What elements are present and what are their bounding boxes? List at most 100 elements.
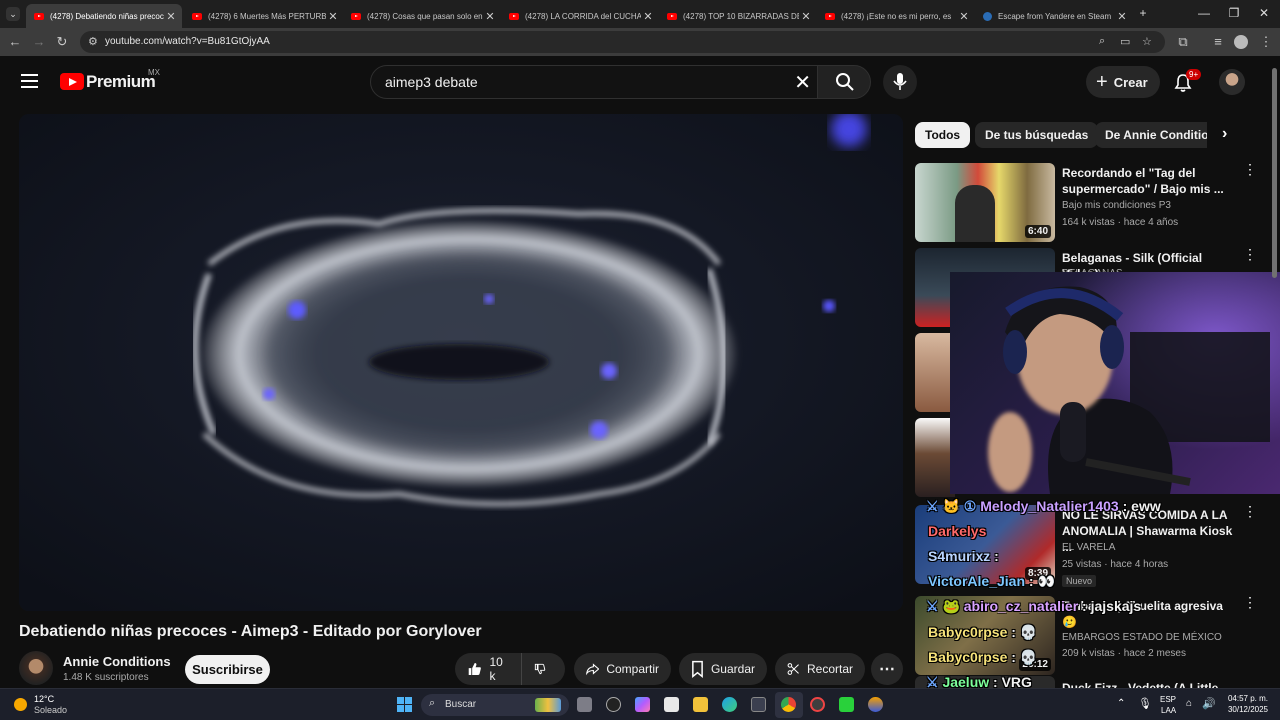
menu-icon[interactable] [21,74,38,88]
subscribe-button[interactable]: Suscribirse [185,655,270,684]
close-tab-icon[interactable]: ✕ [957,10,971,23]
network-icon[interactable]: ⌂ [1186,698,1192,709]
new-tab-icon[interactable]: + [1133,6,1153,20]
chip-all[interactable]: Todos [915,122,971,148]
extensions-icon[interactable]: ⧉ [1175,34,1191,50]
more-options-icon[interactable]: ⋮ [1243,162,1257,176]
recommendation-channel[interactable]: EMBARGOS ESTADO DE MÉXICO [1062,632,1222,643]
profile-icon[interactable] [1234,35,1248,49]
reload-icon[interactable]: ↻ [54,34,70,50]
close-tab-icon[interactable]: ✕ [799,10,813,23]
share-button[interactable]: Compartir [574,653,671,685]
minimize-icon[interactable]: — [1194,6,1214,20]
dislike-button[interactable] [521,653,565,685]
recommendation-channel[interactable]: Bajo mis condiciones P3 [1062,200,1171,211]
chip-from-channel[interactable]: De Annie Conditions [1095,122,1207,148]
browser-tab[interactable]: (4278) Debatiendo niñas precoces ✕ [26,4,182,28]
tray-overflow-icon[interactable]: ⌃ [1117,698,1125,709]
browser-tab[interactable]: (4278) TOP 10 BIZARRADAS DE ✕ [659,4,817,28]
account-avatar[interactable] [1219,69,1245,95]
channel-avatar[interactable] [19,651,53,685]
close-tab-icon[interactable]: ✕ [1115,10,1129,23]
task-view-icon[interactable] [577,697,592,712]
youtube-logo-icon[interactable] [60,73,84,90]
close-tab-icon[interactable]: ✕ [326,10,340,23]
save-button[interactable]: Guardar [679,653,767,685]
search-input[interactable]: aimep3 debate ✕ [370,65,818,99]
sun-icon[interactable] [14,698,27,711]
clip-button[interactable]: Recortar [775,653,865,685]
browser-tab[interactable]: Escape from Yandere en Steam ✕ [975,4,1133,28]
record-app-icon[interactable] [810,697,825,712]
terminal-icon[interactable] [751,697,766,712]
more-actions-icon[interactable]: ⋯ [871,653,903,685]
chat-username: abiro_cz_natalier [963,598,1079,614]
input-layout[interactable]: LAA [1161,706,1176,715]
url-text[interactable]: youtube.com/watch?v=Bu81GtOjyAA [105,36,270,47]
search-button[interactable] [817,65,871,99]
cast-icon[interactable]: ▭ [1120,35,1130,48]
widgets-icon[interactable] [606,697,621,712]
clock-time[interactable]: 04:57 p. m. [1226,694,1268,703]
browser-tab[interactable]: (4278) Cosas que pasan solo en ✕ [343,4,501,28]
recommendation-title[interactable]: Recordando el "Tag del supermercado" / B… [1062,165,1237,197]
browser-menu-icon[interactable]: ⋮ [1258,34,1274,50]
close-window-icon[interactable]: ✕ [1254,6,1274,20]
search-query[interactable]: aimep3 debate [385,74,478,90]
volume-icon[interactable]: 🔊 [1202,697,1216,710]
clock-date[interactable]: 30/12/2025 [1216,705,1268,714]
file-explorer-icon[interactable] [693,697,708,712]
edge-icon[interactable] [722,697,737,712]
chat-text: : [994,548,999,564]
taskbar-search-input[interactable]: ⌕ Buscar [421,694,569,716]
video-thumbnail[interactable] [915,418,955,497]
recommendation-title[interactable]: Duck Fizz - Vedette (A Little [1062,680,1237,688]
kick-icon[interactable] [839,697,854,712]
chip-from-searches[interactable]: De tus búsquedas [975,122,1099,148]
bookmark-star-icon[interactable]: ☆ [1142,35,1152,48]
like-button[interactable]: 10 k [455,653,521,685]
reading-list-icon[interactable]: ≡ [1210,34,1226,49]
tab-search-button[interactable]: ⌄ [6,7,20,21]
more-options-icon[interactable]: ⋮ [1243,595,1257,609]
tab-title: (4278) Debatiendo niñas precoces [50,11,164,21]
close-tab-icon[interactable]: ✕ [483,10,497,23]
store-icon[interactable] [664,697,679,712]
microphone-tray-icon[interactable]: 🎙 [1138,697,1152,710]
weather-condition[interactable]: Soleado [34,705,67,715]
restore-icon[interactable]: ❐ [1224,6,1244,20]
chat-text: : [1011,624,1016,640]
site-info-icon[interactable]: ⚙ [88,35,98,48]
browser-tab[interactable]: (4278) LA CORRIDA del CUCHARA ✕ [501,4,659,28]
subscriber-count: 1.48 K suscriptores [63,672,149,683]
brand-label[interactable]: Premium [86,72,156,92]
browser-tab[interactable]: (4278) ¡Este no es mi perro, es ✕ [817,4,975,28]
more-options-icon[interactable]: ⋮ [1243,504,1257,518]
input-language[interactable]: ESP [1160,695,1176,704]
weather-temperature[interactable]: 12°C [34,694,54,704]
windows-start-icon[interactable] [397,697,412,712]
page-scrollbar[interactable] [1271,62,1278,682]
browser-tab[interactable]: (4278) 6 Muertes Más PERTURBADORAS ✕ [184,4,344,28]
chevron-right-icon[interactable]: › [1222,125,1227,143]
copilot-icon[interactable] [635,697,650,712]
zoom-icon[interactable]: ⌕ [1099,35,1105,48]
close-tab-icon[interactable]: ✕ [641,10,655,23]
channel-name[interactable]: Annie Conditions [63,654,171,669]
recommendation-item[interactable]: 6:40 Recordando el "Tag del supermercado… [915,162,1265,243]
address-bar[interactable]: ⚙ youtube.com/watch?v=Bu81GtOjyAA ⌕ ▭ ☆ [80,31,1165,53]
close-tab-icon[interactable]: ✕ [164,10,178,23]
video-player[interactable] [19,114,903,611]
clear-search-icon[interactable]: ✕ [794,70,811,95]
back-icon[interactable]: ← [7,34,23,49]
video-thumbnail[interactable]: 6:40 [915,163,1055,242]
voice-search-button[interactable] [883,65,917,99]
recommendation-channel[interactable]: EL VARELA [1062,542,1115,553]
video-thumbnail[interactable] [915,333,955,412]
firefox-icon[interactable] [868,697,883,712]
forward-icon[interactable]: → [31,34,47,49]
more-options-icon[interactable]: ⋮ [1243,247,1257,261]
bookmark-icon [692,660,703,678]
chrome-icon[interactable] [781,697,796,712]
create-button[interactable]: + Crear [1086,66,1160,98]
